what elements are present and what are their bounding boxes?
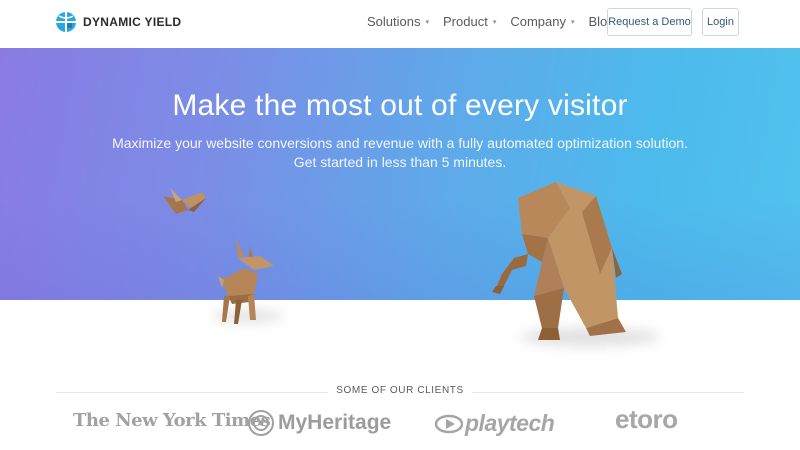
client-logo-nyt: The New York Times [73, 410, 271, 431]
hero-ground [0, 300, 800, 370]
client-logo-etoro: etoro [615, 404, 678, 434]
chevron-down-icon: ▾ [570, 18, 575, 26]
hero-subtitle-line1: Maximize your website conversions and re… [112, 135, 688, 151]
main-nav: Solutions ▾ Product ▾ Company ▾ Blog [367, 14, 615, 29]
origami-rabbit-image [218, 238, 274, 324]
origami-bird-image [163, 188, 206, 214]
nav-solutions[interactable]: Solutions ▾ [367, 14, 429, 29]
clients-heading: SOME OF OUR CLIENTS [0, 385, 800, 396]
clients-heading-text: SOME OF OUR CLIENTS [328, 385, 472, 396]
nav-solutions-label: Solutions [367, 14, 421, 29]
request-demo-button[interactable]: Request a Demo [607, 8, 692, 36]
client-logo-playtech-text: playtech [465, 410, 555, 436]
nav-company-label: Company [510, 14, 566, 29]
myheritage-icon [248, 410, 274, 436]
brand-logo[interactable]: DYNAMIC YIELD [55, 11, 181, 33]
site-header: DYNAMIC YIELD Solutions ▾ Product ▾ Comp… [0, 0, 800, 48]
chevron-down-icon: ▾ [425, 18, 429, 26]
client-logo-myheritage: MyHeritage [248, 410, 391, 436]
hero-banner: Make the most out of every visitor Maxim… [0, 48, 800, 300]
nav-product[interactable]: Product ▾ [443, 14, 496, 29]
nav-product-label: Product [443, 14, 488, 29]
brand-name: DYNAMIC YIELD [83, 15, 182, 29]
origami-elephant-image [492, 182, 626, 340]
hero-title: Make the most out of every visitor [172, 89, 628, 122]
playtech-swoosh-icon [435, 414, 463, 433]
hero-subtitle-line2: Get started in less than 5 minutes. [293, 154, 507, 170]
nav-company[interactable]: Company ▾ [510, 14, 574, 29]
client-logo-myheritage-text: MyHeritage [278, 411, 392, 434]
hero-subtitle: Maximize your website conversions and re… [0, 134, 800, 172]
login-button[interactable]: Login [702, 8, 739, 36]
chevron-down-icon: ▾ [492, 18, 497, 26]
client-logo-playtech: playtech [435, 410, 555, 437]
dynamic-yield-logo-icon [56, 12, 76, 32]
